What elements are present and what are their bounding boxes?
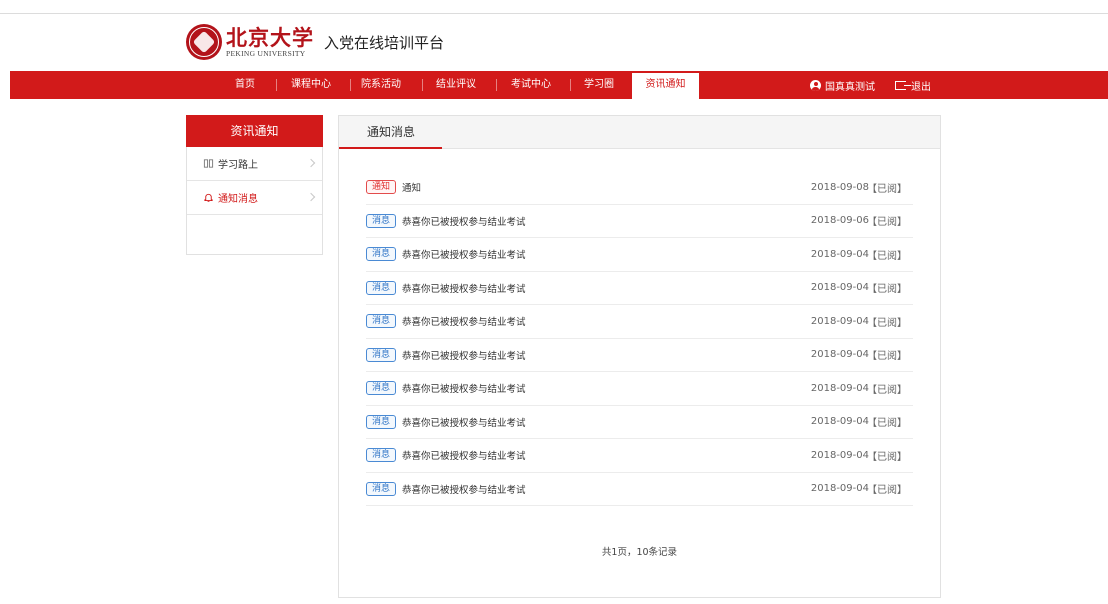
message-row[interactable]: 通知 通知 2018-09-08 【已阅】 xyxy=(366,171,913,205)
logout-icon xyxy=(895,80,911,90)
message-title-link[interactable]: 恭喜你已被授权参与结业考试 xyxy=(402,381,526,395)
logout-button[interactable]: 退出 xyxy=(895,71,931,99)
nav-item-study-circle[interactable]: 学习圈 xyxy=(577,71,621,99)
message-row[interactable]: 消息 恭喜你已被授权参与结业考试 2018-09-04 【已阅】 xyxy=(366,272,913,305)
sidebar-item-study-road[interactable]: 学习路上 xyxy=(187,147,322,181)
message-row[interactable]: 消息 恭喜你已被授权参与结业考试 2018-09-04 【已阅】 xyxy=(366,473,913,506)
message-list: 通知 通知 2018-09-08 【已阅】 消息 恭喜你已被授权参与结业考试 2018-09… xyxy=(366,171,913,506)
message-date: 2018-09-04 xyxy=(810,483,869,495)
chevron-right-icon xyxy=(306,158,316,168)
nav-separator xyxy=(570,79,571,91)
message-title-link[interactable]: 恭喜你已被授权参与结业考试 xyxy=(402,247,526,261)
message-read-status: 【已阅】 xyxy=(867,250,907,262)
message-date: 2018-09-04 xyxy=(810,282,869,294)
platform-title: 入党在线培训平台 xyxy=(324,33,445,52)
nav-separator xyxy=(496,79,497,91)
message-read-status: 【已阅】 xyxy=(867,384,907,396)
sidebar-item-notifications[interactable]: 通知消息 xyxy=(187,181,322,215)
message-row[interactable]: 消息 恭喜你已被授权参与结业考试 2018-09-04 【已阅】 xyxy=(366,339,913,372)
message-title-link[interactable]: 恭喜你已被授权参与结业考试 xyxy=(402,214,526,228)
message-row[interactable]: 消息 恭喜你已被授权参与结业考试 2018-09-04 【已阅】 xyxy=(366,238,913,272)
message-tag-badge: 消息 xyxy=(366,381,397,396)
message-date: 2018-09-04 xyxy=(810,248,869,260)
message-tag-badge: 消息 xyxy=(366,280,397,295)
message-title-link[interactable]: 恭喜你已被授权参与结业考试 xyxy=(402,281,526,295)
logo-cn-text: 北京大学 xyxy=(226,24,314,50)
user-name: 国真真测试 xyxy=(825,81,875,93)
message-date: 2018-09-04 xyxy=(810,382,869,394)
message-read-status: 【已阅】 xyxy=(867,418,907,430)
nav-item-exam-center[interactable]: 考试中心 xyxy=(504,71,558,99)
message-read-status: 【已阅】 xyxy=(867,351,907,363)
nav-separator xyxy=(422,79,423,91)
main-nav: 首页 课程中心 院系活动 结业评议 考试中心 学习圈 资讯通知 国真真测试 退出 xyxy=(10,71,1108,99)
message-read-status: 【已阅】 xyxy=(867,451,907,463)
nav-item-courses[interactable]: 课程中心 xyxy=(284,71,338,99)
message-tag-badge: 消息 xyxy=(366,448,397,463)
message-read-status: 【已阅】 xyxy=(867,284,907,296)
nav-item-home[interactable]: 首页 xyxy=(225,71,265,99)
message-date: 2018-09-04 xyxy=(810,315,869,327)
message-tag-badge: 消息 xyxy=(366,347,397,362)
book-icon xyxy=(203,159,214,168)
bell-icon xyxy=(204,193,213,202)
message-read-status: 【已阅】 xyxy=(867,183,907,195)
user-icon xyxy=(810,79,821,91)
sidebar-item-label: 学习路上 xyxy=(218,160,258,171)
message-tag-badge: 消息 xyxy=(366,481,397,496)
logo-en-text: PEKING UNIVERSITY xyxy=(226,48,306,58)
nav-item-graduation-review[interactable]: 结业评议 xyxy=(430,71,482,99)
message-tag-badge: 消息 xyxy=(366,213,397,228)
message-tag-badge: 消息 xyxy=(366,314,397,329)
user-menu[interactable]: 国真真测试 xyxy=(810,71,875,99)
message-date: 2018-09-06 xyxy=(810,215,869,227)
active-tab-underline xyxy=(339,147,442,149)
message-row[interactable]: 消息 恭喜你已被授权参与结业考试 2018-09-04 【已阅】 xyxy=(366,406,913,439)
message-date: 2018-09-04 xyxy=(810,349,869,361)
nav-item-department-activities[interactable]: 院系活动 xyxy=(355,71,407,99)
sidebar: 资讯通知 学习路上 通知消息 xyxy=(186,115,323,255)
notification-panel: 通知消息 通知 通知 2018-09-08 【已阅】 消息 恭喜你已被授权参与结业考试 20… xyxy=(338,115,941,598)
chevron-right-icon xyxy=(306,192,316,202)
message-tag-badge: 消息 xyxy=(366,247,397,262)
message-row[interactable]: 消息 恭喜你已被授权参与结业考试 2018-09-04 【已阅】 xyxy=(366,305,913,339)
message-read-status: 【已阅】 xyxy=(867,485,907,497)
panel-title: 通知消息 xyxy=(367,125,416,139)
message-row[interactable]: 消息 恭喜你已被授权参与结业考试 2018-09-04 【已阅】 xyxy=(366,439,913,473)
nav-separator xyxy=(276,79,277,91)
site-header: 北京大学 PEKING UNIVERSITY 入党在线培训平台 xyxy=(186,22,444,62)
message-title-link[interactable]: 恭喜你已被授权参与结业考试 xyxy=(402,314,526,328)
message-title-link[interactable]: 恭喜你已被授权参与结业考试 xyxy=(402,348,526,362)
logout-label: 退出 xyxy=(911,81,931,93)
message-title-link[interactable]: 恭喜你已被授权参与结业考试 xyxy=(402,482,526,496)
message-date: 2018-09-08 xyxy=(810,181,869,193)
sidebar-title: 资讯通知 xyxy=(186,115,323,147)
message-read-status: 【已阅】 xyxy=(867,217,907,229)
university-logo[interactable]: 北京大学 PEKING UNIVERSITY xyxy=(226,27,314,58)
pagination-info: 共1页，10条记录 xyxy=(601,547,678,558)
sidebar-item-label: 通知消息 xyxy=(218,194,258,205)
top-divider xyxy=(0,13,1108,14)
message-tag-badge: 消息 xyxy=(366,414,397,429)
panel-header: 通知消息 xyxy=(339,116,940,149)
message-read-status: 【已阅】 xyxy=(867,317,907,329)
nav-item-news[interactable]: 资讯通知 xyxy=(632,73,699,99)
nav-separator xyxy=(350,79,351,91)
message-row[interactable]: 消息 恭喜你已被授权参与结业考试 2018-09-04 【已阅】 xyxy=(366,372,913,406)
message-title-link[interactable]: 通知 xyxy=(402,180,421,194)
message-date: 2018-09-04 xyxy=(810,449,869,461)
message-title-link[interactable]: 恭喜你已被授权参与结业考试 xyxy=(402,415,526,429)
university-seal-icon xyxy=(186,24,222,60)
message-date: 2018-09-04 xyxy=(810,416,869,428)
message-title-link[interactable]: 恭喜你已被授权参与结业考试 xyxy=(402,448,526,462)
notice-tag-badge: 通知 xyxy=(366,180,397,195)
message-row[interactable]: 消息 恭喜你已被授权参与结业考试 2018-09-06 【已阅】 xyxy=(366,205,913,238)
